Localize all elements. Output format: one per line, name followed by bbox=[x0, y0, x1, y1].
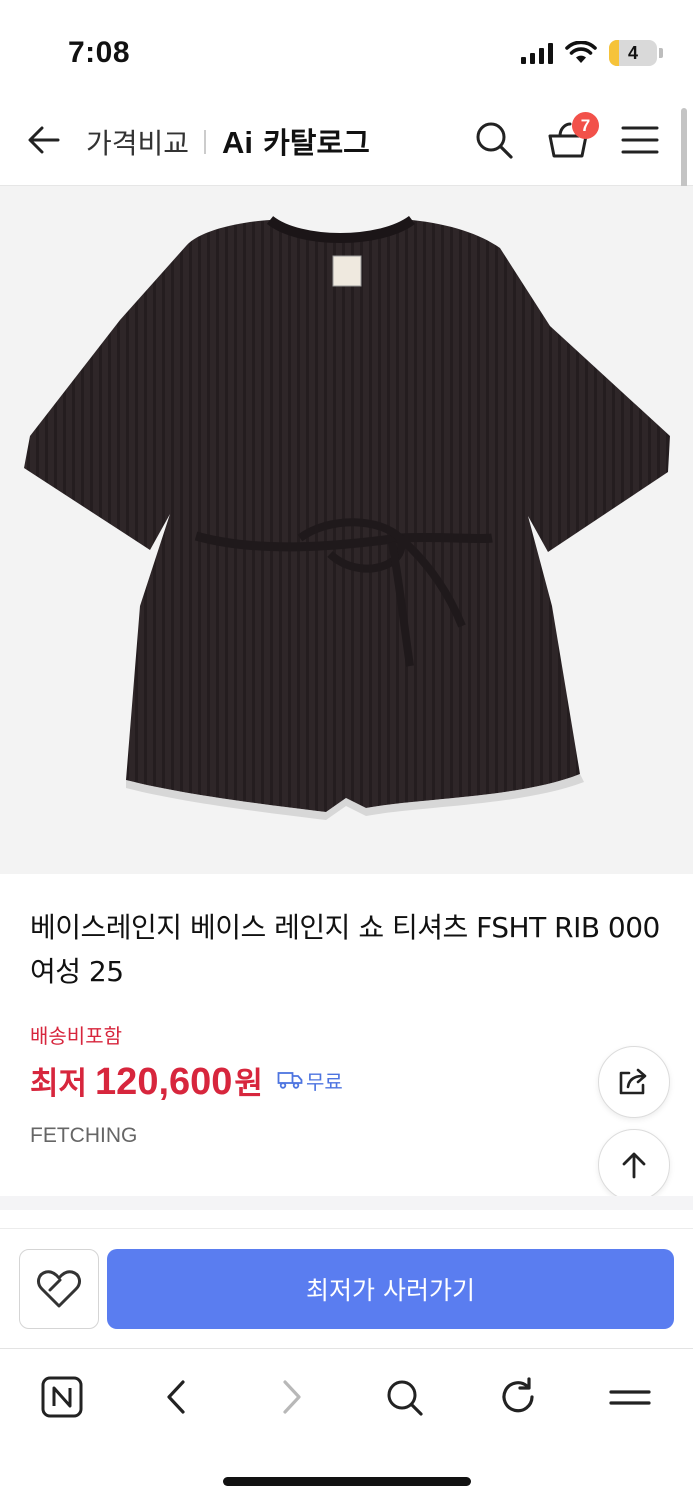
tshirt-image bbox=[24, 215, 670, 820]
menu-icon bbox=[621, 126, 659, 154]
naver-n-icon bbox=[41, 1376, 83, 1418]
wishlist-button[interactable] bbox=[19, 1249, 99, 1329]
chevron-right-icon bbox=[283, 1380, 301, 1414]
free-shipping-label: 무료 bbox=[305, 1069, 343, 1094]
back-button[interactable] bbox=[24, 120, 64, 160]
price-unit: 원 bbox=[234, 1066, 263, 1102]
browser-back-button[interactable] bbox=[152, 1373, 200, 1421]
shipping-included-label: 배송비포함 bbox=[30, 1024, 122, 1048]
back-arrow-icon bbox=[28, 126, 60, 154]
share-icon bbox=[619, 1068, 647, 1095]
truck-icon bbox=[277, 1072, 303, 1089]
status-bar: 7:08 4 bbox=[0, 0, 693, 100]
share-button[interactable] bbox=[598, 1046, 670, 1118]
buy-lowest-price-button[interactable]: 최저가 사러가기 bbox=[107, 1249, 674, 1329]
header-title-catalog[interactable]: Ai 카탈로그 bbox=[222, 120, 370, 162]
status-time: 7:08 bbox=[68, 36, 131, 69]
browser-toolbar bbox=[0, 1348, 693, 1500]
price-label: 최저 bbox=[30, 1066, 88, 1102]
catalog-label: 카탈로그 bbox=[263, 126, 370, 160]
search-icon bbox=[387, 1380, 423, 1416]
wifi-icon bbox=[565, 41, 597, 63]
browser-menu-button[interactable] bbox=[606, 1373, 654, 1421]
header-divider bbox=[204, 130, 206, 154]
header-title-compare[interactable]: 가격비교 bbox=[86, 122, 189, 162]
search-icon bbox=[476, 122, 513, 159]
price-value: 120,600 bbox=[95, 1061, 233, 1103]
menu-button[interactable] bbox=[620, 122, 660, 158]
refresh-icon bbox=[502, 1377, 534, 1413]
cart-count-badge: 7 bbox=[572, 112, 599, 139]
status-icons: 4 bbox=[521, 40, 663, 66]
browser-forward-button[interactable] bbox=[268, 1373, 316, 1421]
scroll-top-button[interactable] bbox=[598, 1129, 670, 1201]
battery-level: 4 bbox=[627, 42, 638, 63]
naver-home-button[interactable] bbox=[38, 1373, 86, 1421]
browser-refresh-button[interactable] bbox=[494, 1373, 542, 1421]
product-title: 베이스레인지 베이스 레인지 쇼 티셔츠 FSHT RIB 000 여성 25 bbox=[30, 911, 660, 988]
signal-icon bbox=[521, 42, 553, 64]
action-bar: 최저가 사러가기 bbox=[0, 1228, 693, 1348]
free-shipping-badge: 무료 bbox=[277, 1066, 343, 1095]
seller-name[interactable]: FETCHING bbox=[30, 1124, 137, 1148]
browser-search-button[interactable] bbox=[380, 1373, 428, 1421]
home-indicator[interactable] bbox=[223, 1477, 471, 1486]
heart-icon bbox=[37, 1270, 81, 1308]
menu-icon bbox=[609, 1390, 651, 1405]
price-row: 최저 120,600 원 무료 bbox=[30, 1058, 343, 1104]
chevron-left-icon bbox=[167, 1380, 185, 1414]
search-button[interactable] bbox=[472, 118, 516, 162]
app-header: 가격비교 Ai 카탈로그 7 bbox=[0, 100, 693, 186]
ai-label: Ai bbox=[222, 125, 253, 160]
section-separator bbox=[0, 1196, 693, 1210]
product-image bbox=[0, 186, 693, 874]
battery-indicator: 4 bbox=[609, 40, 663, 66]
arrow-up-icon bbox=[622, 1152, 646, 1179]
